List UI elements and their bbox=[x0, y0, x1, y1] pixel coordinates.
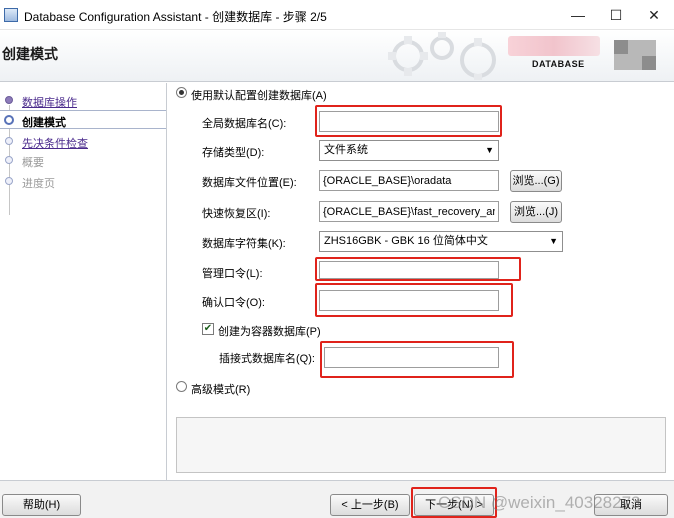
default-config-radio[interactable] bbox=[176, 87, 187, 98]
description-area bbox=[176, 417, 666, 473]
storage-type-select[interactable]: 文件系统 ▼ bbox=[319, 140, 499, 161]
advanced-mode-radio[interactable] bbox=[176, 381, 187, 392]
cancel-button[interactable]: 取消 bbox=[594, 494, 668, 516]
page-header: 创建模式 DATABASE bbox=[0, 30, 674, 82]
step-creation-mode[interactable]: 创建模式 bbox=[0, 110, 166, 129]
step-progress-page: 进度页 bbox=[0, 172, 166, 191]
page-title: 创建模式 bbox=[2, 46, 58, 62]
admin-password-input[interactable] bbox=[319, 261, 499, 279]
window-title: Database Configuration Assistant - 创建数据库… bbox=[24, 10, 327, 24]
admin-password-label: 管理口令(L): bbox=[202, 268, 263, 280]
step-pending-icon bbox=[5, 137, 13, 145]
maximize-button[interactable]: ☐ bbox=[598, 3, 634, 27]
fast-recovery-input[interactable] bbox=[319, 201, 499, 222]
step-pending-icon bbox=[5, 156, 13, 164]
close-button[interactable]: ✕ bbox=[636, 3, 672, 27]
charset-label: 数据库字符集(K): bbox=[202, 238, 286, 250]
step-pending-icon bbox=[5, 177, 13, 185]
steps-sidebar: 数据库操作 创建模式 先决条件检查 概要 进度页 bbox=[0, 83, 167, 480]
container-db-checkbox[interactable]: ✔ bbox=[202, 323, 214, 335]
step-done-icon bbox=[5, 96, 13, 104]
next-button[interactable]: 下一步(N) > bbox=[414, 494, 494, 516]
app-icon bbox=[4, 8, 18, 22]
fast-recovery-label: 快速恢复区(I): bbox=[202, 208, 271, 220]
wizard-footer: 帮助(H) < 上一步(B) 下一步(N) > 取消 CSDN @weixin_… bbox=[0, 480, 674, 518]
charset-select[interactable]: ZHS16GBK - GBK 16 位简体中文 ▼ bbox=[319, 231, 563, 252]
step-database-operation[interactable]: 数据库操作 bbox=[0, 91, 166, 110]
blurred-brand-icon bbox=[614, 40, 656, 70]
db-file-location-input[interactable] bbox=[319, 170, 499, 191]
brand-text: DATABASE bbox=[532, 59, 585, 69]
blurred-logo bbox=[508, 36, 600, 56]
browse-fast-recovery-button[interactable]: 浏览...(J) bbox=[510, 201, 562, 223]
advanced-mode-label: 高级模式(R) bbox=[191, 384, 251, 396]
pluggable-db-name-label: 插接式数据库名(Q): bbox=[219, 353, 315, 365]
chevron-down-icon: ▼ bbox=[485, 145, 494, 155]
container-db-label: 创建为容器数据库(P) bbox=[218, 326, 321, 338]
storage-type-label: 存储类型(D): bbox=[202, 147, 265, 159]
minimize-button[interactable]: — bbox=[560, 3, 596, 27]
confirm-password-input[interactable] bbox=[319, 290, 499, 311]
chevron-down-icon: ▼ bbox=[549, 236, 558, 246]
back-button[interactable]: < 上一步(B) bbox=[330, 494, 410, 516]
step-summary: 概要 bbox=[0, 151, 166, 170]
step-label: 进度页 bbox=[22, 178, 55, 190]
default-config-label: 使用默认配置创建数据库(A) bbox=[191, 90, 327, 102]
step-prerequisite-checks[interactable]: 先决条件检查 bbox=[0, 132, 166, 151]
browse-db-location-button[interactable]: 浏览...(G) bbox=[510, 170, 562, 192]
step-current-icon bbox=[4, 115, 14, 125]
db-file-location-label: 数据库文件位置(E): bbox=[202, 177, 297, 189]
gears-decoration-icon bbox=[388, 32, 496, 80]
help-button[interactable]: 帮助(H) bbox=[2, 494, 81, 516]
title-bar: Database Configuration Assistant - 创建数据库… bbox=[0, 0, 674, 30]
storage-type-value: 文件系统 bbox=[324, 144, 368, 156]
step-label: 概要 bbox=[22, 157, 44, 169]
confirm-password-label: 确认口令(O): bbox=[202, 297, 265, 309]
charset-value: ZHS16GBK - GBK 16 位简体中文 bbox=[324, 235, 488, 247]
global-db-name-label: 全局数据库名(C): bbox=[202, 118, 287, 130]
creation-mode-panel: 使用默认配置创建数据库(A) 全局数据库名(C): 存储类型(D): 文件系统 … bbox=[168, 83, 674, 480]
global-db-name-input[interactable] bbox=[319, 111, 499, 132]
pluggable-db-name-input[interactable] bbox=[324, 347, 499, 368]
step-label: 先决条件检查 bbox=[22, 138, 88, 150]
step-label: 数据库操作 bbox=[22, 97, 77, 109]
step-label: 创建模式 bbox=[22, 117, 66, 129]
